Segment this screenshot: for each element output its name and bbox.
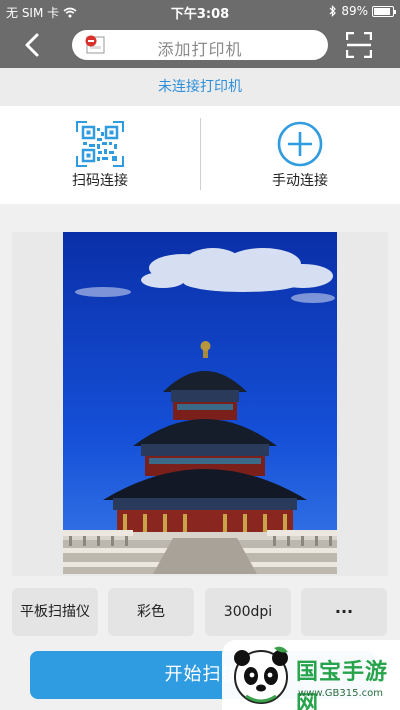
connect-panel: 扫码连接 手动连接 (0, 106, 400, 204)
watermark: 国宝手游网 www.GB315.com (222, 640, 400, 710)
device-option[interactable]: 平板扫描仪 (12, 588, 98, 636)
color-option[interactable]: 彩色 (108, 588, 194, 636)
back-button[interactable] (18, 30, 48, 60)
panda-logo-icon (234, 646, 288, 704)
more-option[interactable]: ··· (301, 588, 387, 636)
manual-connect-label: 手动连接 (272, 173, 328, 189)
watermark-url: www.GB315.com (298, 688, 384, 699)
battery-icon (372, 5, 396, 17)
scan-button[interactable] (345, 31, 373, 59)
connection-status: 未连接打印机 (0, 68, 400, 106)
preview-image (63, 232, 337, 574)
chevron-left-icon (25, 33, 39, 57)
status-bar: 无 SIM 卡 下午3:08 89% (0, 0, 400, 22)
nav-bar: 添加打印机 (0, 22, 400, 68)
battery-percent: 89% (341, 4, 368, 18)
page-title: 添加打印机 (157, 40, 243, 59)
qr-connect-label: 扫码连接 (72, 173, 128, 189)
scan-options: 平板扫描仪 彩色 300dpi ··· (0, 588, 400, 636)
qr-connect-button[interactable]: 扫码连接 (0, 106, 200, 204)
watermark-text: 国宝手游网 (296, 660, 389, 710)
resolution-option[interactable]: 300dpi (205, 588, 291, 636)
status-right: 89% (329, 4, 396, 18)
bluetooth-icon (329, 5, 337, 17)
scan-preview (12, 232, 388, 576)
qr-code-icon (75, 120, 125, 168)
scan-frame-icon (345, 31, 373, 59)
title-pill: 添加打印机 (72, 30, 328, 60)
plus-circle-icon (275, 120, 325, 168)
manual-connect-button[interactable]: 手动连接 (200, 106, 400, 204)
